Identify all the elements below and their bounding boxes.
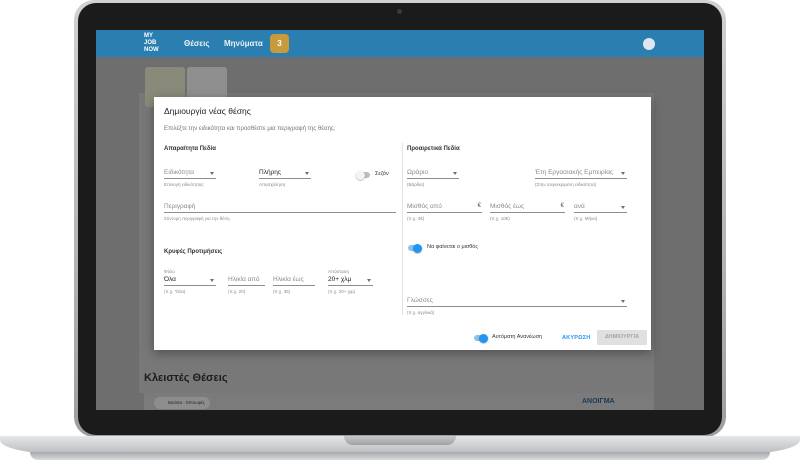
app-header: MY JOB NOW Θέσεις Μηνύματα 3: [96, 30, 704, 57]
closed-position-chip: Barista - Μπουφές: [154, 397, 210, 409]
employment-select[interactable]: Πλήρης: [259, 169, 311, 179]
gender-value: Όλα: [164, 276, 176, 283]
auto-renew-label: Αυτόματη Ανανέωση: [492, 334, 543, 340]
create-position-dialog: Δημιουργία νέας θέσης Επιλέξτε την ειδικ…: [154, 97, 651, 350]
show-salary-label: Να φαίνεται ο μισθός: [427, 244, 479, 250]
notification-badge[interactable]: 3: [270, 34, 289, 53]
open-button[interactable]: ΑΝΟΙΓΜΑ: [582, 398, 615, 405]
age-from-helper: (π.χ. 20): [228, 289, 246, 294]
experience-select[interactable]: Έτη Εργασιακής Εμπειρίας: [535, 169, 627, 179]
toggle-knob: [479, 333, 488, 343]
chevron-down-icon: [305, 172, 309, 175]
logo-line: JOB: [144, 40, 157, 46]
column-divider: [402, 143, 403, 315]
employment-helper: Απασχόληση: [259, 182, 286, 187]
dialog-subtitle: Επιλέξτε την ειδικότητα και προσθέστε μι…: [164, 126, 336, 132]
logo-line: MY: [144, 33, 153, 39]
languages-select[interactable]: Γλώσσες: [407, 297, 627, 307]
schedule-helper: (Βάρδια): [407, 182, 425, 187]
logo-line: NOW: [144, 47, 159, 53]
gender-label: Φύλο: [164, 269, 175, 274]
languages-placeholder: Γλώσσες: [407, 297, 433, 304]
salary-from-placeholder: Μισθός από: [407, 203, 442, 210]
toggle-knob: [356, 170, 365, 180]
camera: [397, 9, 402, 14]
chevron-down-icon: [453, 172, 457, 175]
cancel-button[interactable]: ΑΚΥΡΩΣΗ: [562, 335, 590, 341]
chevron-down-icon: [210, 172, 214, 175]
languages-helper: (π.χ. αγγλικά): [407, 310, 435, 315]
distance-label: Απόσταση: [328, 269, 349, 274]
chevron-down-icon: [367, 279, 371, 282]
season-label: Σεζόν: [375, 171, 389, 177]
description-input[interactable]: Περιγραφή: [164, 203, 396, 213]
schedule-placeholder: Ωράριο: [407, 169, 429, 176]
dialog-title: Δημιουργία νέας θέσης: [164, 106, 251, 116]
required-fields-title: Απαραίτητα Πεδία: [164, 146, 216, 152]
create-button[interactable]: ΔΗΜΙΟΥΡΓΙΑ: [597, 330, 647, 345]
age-to-placeholder: Ηλικία έως: [273, 276, 304, 283]
age-from-placeholder: Ηλικία από: [228, 276, 260, 283]
chevron-down-icon: [621, 206, 625, 209]
per-helper: (π.χ. Μήνα): [574, 216, 598, 221]
season-toggle[interactable]: [356, 170, 370, 180]
toggle-knob: [413, 243, 422, 253]
specialty-placeholder: Ειδικότητα: [164, 169, 194, 176]
age-to-helper: (π.χ. 35): [273, 289, 291, 294]
nav-messages[interactable]: Μηνύματα: [224, 39, 263, 48]
experience-helper: (Στην συγκεκριμένη ειδικότητα): [535, 182, 597, 187]
nav-positions[interactable]: Θέσεις: [184, 39, 209, 48]
experience-placeholder: Έτη Εργασιακής Εμπειρίας: [535, 169, 614, 176]
per-placeholder: ανά: [574, 203, 585, 210]
per-select[interactable]: ανά: [574, 203, 627, 213]
chevron-down-icon: [621, 300, 625, 303]
screen: MY JOB NOW Θέσεις Μηνύματα 3 Κλειστές Θέ…: [96, 30, 704, 410]
closed-positions-title: Κλειστές Θέσεις: [144, 372, 228, 384]
auto-renew-toggle[interactable]: [474, 333, 488, 343]
distance-select[interactable]: 20+ χλμ: [328, 276, 373, 286]
specialty-select[interactable]: Ειδικότητα: [164, 169, 216, 179]
description-helper: Σύντομη περιγραφή για την θέση.: [164, 216, 231, 221]
euro-icon: €: [477, 203, 481, 209]
age-from-input[interactable]: Ηλικία από: [228, 276, 265, 286]
salary-to-helper: (π.χ. 10€): [490, 216, 510, 221]
gender-select[interactable]: Όλα: [164, 276, 216, 286]
age-to-input[interactable]: Ηλικία έως: [273, 276, 315, 286]
description-placeholder: Περιγραφή: [164, 203, 196, 210]
chevron-down-icon: [210, 279, 214, 282]
salary-from-input[interactable]: Μισθός από €: [407, 203, 482, 213]
closed-position-row[interactable]: Barista - Μπουφές ΑΝΟΙΓΜΑ: [144, 393, 654, 410]
specialty-helper: Επιλογή ειδικότητας: [164, 182, 204, 187]
salary-to-placeholder: Μισθός έως: [490, 203, 525, 210]
show-salary-toggle[interactable]: [408, 243, 422, 253]
gender-helper: (π.χ. 'Όλα): [164, 289, 186, 294]
hidden-preferences-title: Κρυφές Προτιμήσεις: [164, 249, 223, 255]
euro-icon: €: [560, 203, 564, 209]
optional-fields-title: Προαιρετικά Πεδία: [407, 146, 460, 152]
laptop-base-shadow: [30, 452, 770, 460]
chevron-down-icon: [621, 172, 625, 175]
account-icon[interactable]: [643, 38, 655, 50]
employment-value: Πλήρης: [259, 169, 282, 176]
schedule-select[interactable]: Ωράριο: [407, 169, 459, 179]
distance-helper: (π.χ. 20+ χιμ): [328, 289, 356, 294]
app-logo[interactable]: MY JOB NOW: [144, 33, 166, 54]
distance-value: 20+ χλμ: [328, 276, 352, 283]
create-button-label: ΔΗΜΙΟΥΡΓΙΑ: [604, 334, 640, 340]
salary-to-input[interactable]: Μισθός έως €: [490, 203, 565, 213]
salary-from-helper: (π.χ. 3€): [407, 216, 425, 221]
laptop-notch: [344, 436, 456, 445]
